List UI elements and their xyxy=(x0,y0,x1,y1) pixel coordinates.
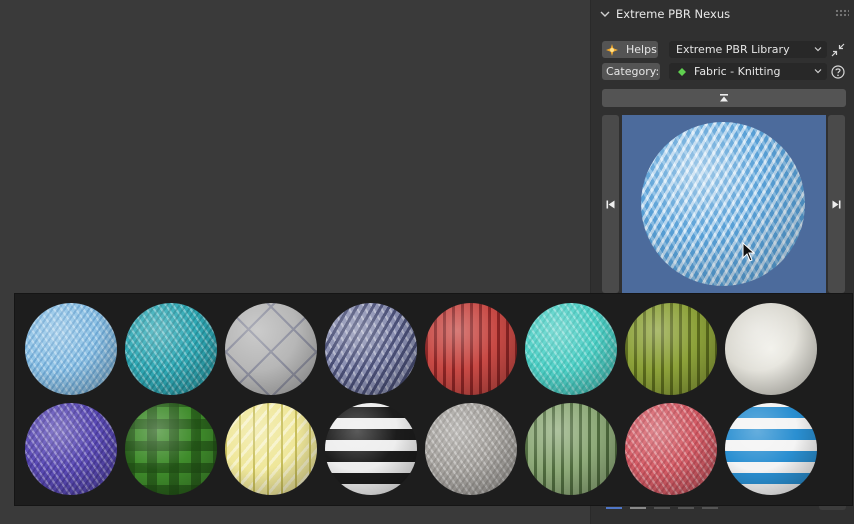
material-thumbnail-turquoise-knit[interactable] xyxy=(525,303,617,395)
question-circle-icon xyxy=(830,64,845,79)
skip-next-icon xyxy=(832,200,841,208)
material-thumbnail-grey-diamond-knit[interactable] xyxy=(225,303,317,395)
material-thumbnail-black-white-stripe-knit[interactable] xyxy=(325,403,417,495)
material-thumbnail-teal-textured-knit[interactable] xyxy=(125,303,217,395)
material-thumbnail-red-rib-knit[interactable] xyxy=(425,303,517,395)
material-thumbnail-yellow-cable-knit[interactable] xyxy=(225,403,317,495)
helps-button[interactable]: Helps xyxy=(602,41,658,58)
material-thumbnail-blue-white-chunky-knit[interactable] xyxy=(25,303,117,395)
mouse-pointer-icon xyxy=(742,242,756,262)
material-thumbnail-olive-rib-knit[interactable] xyxy=(625,303,717,395)
panel-header[interactable]: Extreme PBR Nexus xyxy=(591,0,854,28)
chevron-down-icon xyxy=(814,47,822,52)
collapse-arrows-icon xyxy=(831,43,844,56)
material-picker-popup xyxy=(14,293,853,506)
material-thumbnail-purple-knit[interactable] xyxy=(25,403,117,495)
material-thumbnail-grey-fuzzy-knit[interactable] xyxy=(425,403,517,495)
helps-label: Helps xyxy=(626,43,657,56)
material-thumbnail-navy-cable-knit[interactable] xyxy=(325,303,417,395)
previous-material-button[interactable] xyxy=(602,115,619,293)
material-thumbnail-white-fluffy-knit[interactable] xyxy=(725,303,817,395)
collapse-button[interactable] xyxy=(829,41,846,58)
green-gem-icon xyxy=(678,67,686,76)
category-label-box: Category: xyxy=(602,63,660,80)
library-value: Extreme PBR Library xyxy=(676,43,790,56)
help-button[interactable] xyxy=(829,63,846,80)
sparkle-icon xyxy=(606,43,618,56)
page-indicator xyxy=(606,507,731,510)
material-thumbnail-rose-knit[interactable] xyxy=(625,403,717,495)
category-value: Fabric - Knitting xyxy=(694,65,781,78)
material-preview[interactable] xyxy=(622,115,826,293)
arrow-to-top-icon xyxy=(720,94,728,102)
material-thumbnail-green-plaid-knit[interactable] xyxy=(125,403,217,495)
category-dropdown[interactable]: Fabric - Knitting xyxy=(669,63,827,80)
next-material-button[interactable] xyxy=(828,115,845,293)
category-label: Category: xyxy=(606,65,660,78)
preview-sphere xyxy=(641,122,805,286)
panel-title: Extreme PBR Nexus xyxy=(616,7,731,21)
material-thumbnail-sage-rib-knit[interactable] xyxy=(525,403,617,495)
chevron-down-icon xyxy=(600,11,610,17)
material-thumbnail-blue-white-stripe-knit[interactable] xyxy=(725,403,817,495)
scroll-to-top-button[interactable] xyxy=(602,89,846,107)
chevron-down-icon xyxy=(814,69,822,74)
skip-previous-icon xyxy=(606,200,615,208)
drag-handle[interactable] xyxy=(835,9,849,17)
library-dropdown[interactable]: Extreme PBR Library xyxy=(669,41,827,58)
